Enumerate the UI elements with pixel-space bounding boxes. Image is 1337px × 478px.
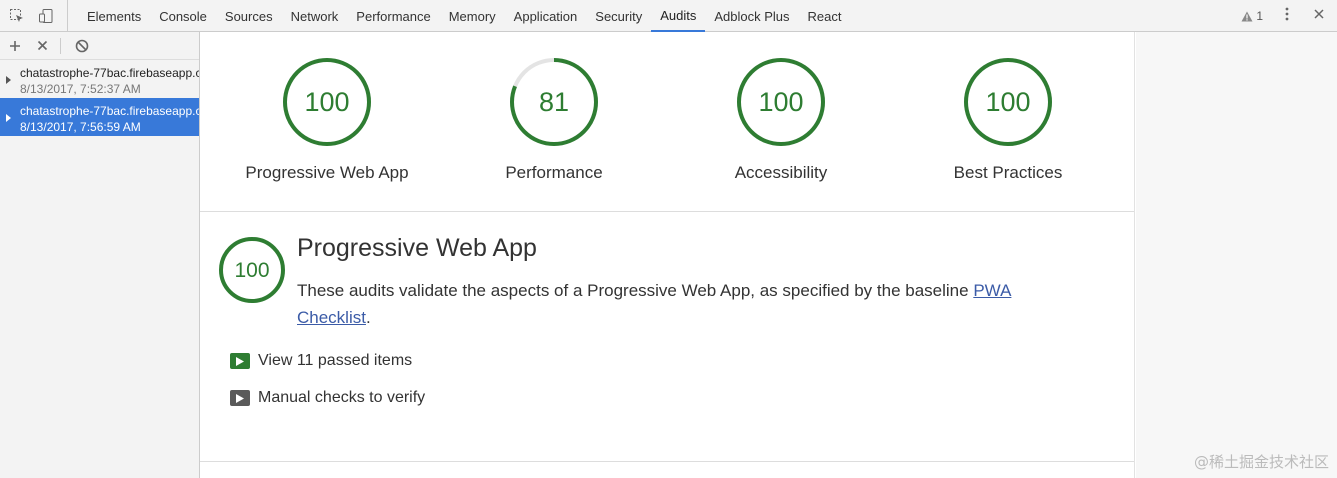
tab-react[interactable]: React	[799, 0, 851, 32]
close-devtools-icon[interactable]	[1313, 7, 1325, 25]
gauge-pwa[interactable]: 100 Progressive Web App	[217, 56, 437, 183]
device-toolbar-icon[interactable]	[38, 7, 56, 25]
report-date: 8/13/2017, 7:56:59 AM	[20, 120, 141, 134]
score-ring: 100	[737, 58, 825, 146]
play-icon	[230, 353, 250, 369]
pwa-section: 100 Progressive Web App These audits val…	[200, 212, 1134, 462]
manual-checks-label: Manual checks to verify	[258, 389, 426, 406]
score-value: 100	[985, 87, 1030, 117]
passed-items-label: View 11 passed items	[258, 352, 413, 369]
link-text-1: PWA	[973, 281, 1012, 300]
score-value: 100	[304, 87, 349, 117]
link-text-2: Checklist	[297, 308, 366, 327]
toolbar-divider	[60, 37, 61, 54]
empty-area	[1136, 32, 1337, 478]
tab-elements[interactable]: Elements	[78, 0, 150, 32]
manual-checks-expander[interactable]: Manual checks to verify	[230, 389, 425, 407]
add-icon[interactable]	[9, 40, 21, 52]
section-score-ring: 100	[219, 237, 285, 303]
score-gauges: 100 Progressive Web App 81 Performance 1…	[200, 32, 1134, 212]
score-value: 81	[539, 87, 569, 117]
report-item[interactable]: chatastrophe-77bac.firebaseapp.com 8/13/…	[0, 60, 199, 98]
report-url: chatastrophe-77bac.firebaseapp.com	[20, 104, 199, 118]
report-date: 8/13/2017, 7:52:37 AM	[20, 82, 141, 96]
report-item-selected[interactable]: chatastrophe-77bac.firebaseapp.com 8/13/…	[0, 98, 199, 136]
warning-icon	[1241, 11, 1253, 21]
clear-icon[interactable]	[37, 40, 48, 51]
devtools-tab-bar: Elements Console Sources Network Performance…	[0, 0, 1337, 32]
devtools-window: Elements Console Sources Network Performance…	[0, 0, 1337, 478]
gauge-label: Accessibility	[734, 163, 828, 182]
tab-audits[interactable]: Audits	[651, 0, 706, 32]
play-icon	[230, 390, 250, 406]
tab-sources[interactable]: Sources	[216, 0, 282, 32]
score-ring: 100	[964, 58, 1052, 146]
audit-report: 100 Progressive Web App 81 Performance 1…	[200, 32, 1135, 478]
tab-adblock-plus[interactable]: Adblock Plus	[705, 0, 798, 32]
tool-icons	[0, 0, 68, 31]
score-ring: 81	[510, 58, 598, 146]
gauge-label: Best Practices	[953, 163, 1063, 182]
gauge-best-practices[interactable]: 100 Best Practices	[898, 56, 1118, 183]
expand-arrow-icon[interactable]	[6, 76, 11, 84]
watermark: @稀土掘金技术社区	[1193, 453, 1329, 471]
panel-tabs: Elements Console Sources Network Performance…	[78, 0, 851, 32]
gauge-performance[interactable]: 81 Performance	[444, 56, 664, 183]
warning-count: 1	[1256, 9, 1263, 23]
desc-text: These audits validate the aspects of a P…	[297, 281, 974, 300]
gauge-accessibility[interactable]: 100 Accessibility	[671, 56, 891, 183]
view-passed-expander[interactable]: View 11 passed items	[230, 352, 412, 370]
sidebar-toolbar	[0, 32, 199, 60]
warning-indicator[interactable]: 1	[1241, 9, 1263, 23]
tab-memory[interactable]: Memory	[440, 0, 505, 32]
block-icon[interactable]	[75, 39, 89, 53]
tab-network[interactable]: Network	[282, 0, 348, 32]
report-url: chatastrophe-77bac.firebaseapp.com	[20, 66, 199, 80]
inspect-element-icon[interactable]	[8, 7, 26, 25]
section-description: These audits validate the aspects of a P…	[297, 277, 1097, 331]
section-score-value: 100	[234, 259, 269, 282]
audits-sidebar: chatastrophe-77bac.firebaseapp.com 8/13/…	[0, 32, 200, 478]
gauge-label: Performance	[505, 163, 603, 182]
tab-console[interactable]: Console	[150, 0, 216, 32]
topbar-right: 1	[1241, 0, 1337, 32]
tab-performance[interactable]: Performance	[347, 0, 439, 32]
tab-security[interactable]: Security	[586, 0, 651, 32]
section-score: 100	[218, 236, 286, 309]
gauge-label: Progressive Web App	[245, 163, 409, 182]
score-ring: 100	[283, 58, 371, 146]
score-value: 100	[758, 87, 803, 117]
desc-suffix: .	[365, 308, 371, 327]
section-title: Progressive Web App	[297, 234, 537, 262]
more-options-icon[interactable]	[1285, 7, 1289, 26]
expand-arrow-icon[interactable]	[6, 114, 11, 122]
tab-application[interactable]: Application	[505, 0, 587, 32]
